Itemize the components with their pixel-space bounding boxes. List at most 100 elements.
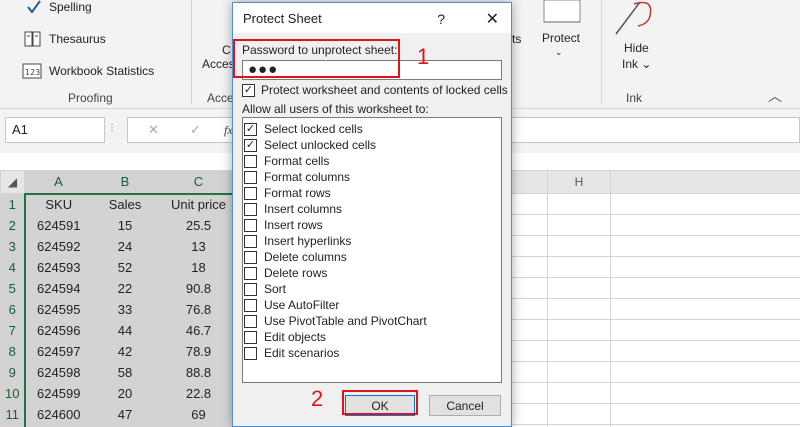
cell-c[interactable]: 69 (157, 403, 240, 425)
cell-c[interactable]: 22.8 (157, 382, 240, 404)
row-header[interactable]: 2 (0, 214, 26, 236)
name-box[interactable]: A1 (5, 117, 105, 143)
row-header[interactable]: 5 (0, 277, 26, 299)
permission-option[interactable]: ✓ Select locked cells (243, 121, 501, 137)
row-header[interactable]: 1 (0, 193, 26, 215)
workbook-statistics-button[interactable]: 123 Workbook Statistics (22, 63, 154, 79)
cell-a[interactable]: SKU (24, 193, 93, 215)
permission-option[interactable]: Format columns (243, 169, 501, 185)
cell-a[interactable]: 624598 (24, 361, 93, 383)
permission-option[interactable]: Format rows (243, 185, 501, 201)
cell-i[interactable] (610, 298, 800, 320)
cell-i[interactable] (610, 403, 800, 425)
row-header[interactable]: 9 (0, 361, 26, 383)
cell-h[interactable] (547, 382, 611, 404)
row-header[interactable]: 7 (0, 319, 26, 341)
cancel-button[interactable]: Cancel (429, 395, 501, 416)
cell-h[interactable] (547, 403, 611, 425)
column-header-h[interactable]: H (547, 170, 611, 194)
cell-c[interactable]: 18 (157, 256, 240, 278)
row-header[interactable]: 6 (0, 298, 26, 320)
row-header[interactable]: 8 (0, 340, 26, 362)
enter-icon[interactable]: ✓ (190, 122, 201, 138)
cell-h[interactable] (547, 256, 611, 278)
permission-checkbox[interactable] (244, 154, 257, 168)
cell-a[interactable]: 624594 (24, 277, 93, 299)
cell-i[interactable] (610, 235, 800, 257)
cell-c[interactable]: 46.7 (157, 319, 240, 341)
permission-checkbox[interactable] (244, 330, 257, 344)
row-header[interactable]: 4 (0, 256, 26, 278)
permission-checkbox[interactable] (244, 346, 257, 360)
permission-option[interactable]: Insert columns (243, 201, 501, 217)
permission-option[interactable]: Sort (243, 281, 501, 297)
permission-checkbox[interactable] (244, 298, 257, 312)
permission-checkbox[interactable] (244, 202, 257, 216)
cell-h[interactable] (547, 214, 611, 236)
cell-a[interactable]: 624593 (24, 256, 93, 278)
permissions-list[interactable]: ✓ Select locked cells ✓ Select unlocked cel… (242, 117, 502, 383)
cell-a[interactable]: 624600 (24, 403, 93, 425)
close-icon[interactable]: ✕ (486, 9, 499, 29)
cell-a[interactable]: 624591 (24, 214, 93, 236)
permission-option[interactable]: Edit scenarios (243, 345, 501, 361)
cell-b[interactable]: 33 (92, 298, 158, 320)
protect-button[interactable]: Protect (542, 31, 580, 45)
row-header[interactable]: 11 (0, 403, 26, 425)
collapse-ribbon-icon[interactable]: ︿ (768, 86, 782, 106)
permission-option[interactable]: Insert hyperlinks (243, 233, 501, 249)
thesaurus-button[interactable]: Thesaurus (24, 31, 106, 47)
cell-c[interactable]: 76.8 (157, 298, 240, 320)
permission-checkbox[interactable] (244, 282, 257, 296)
cell-c[interactable]: 88.8 (157, 361, 240, 383)
permission-option[interactable]: Use AutoFilter (243, 297, 501, 313)
spelling-button[interactable]: Spelling (26, 0, 92, 14)
permission-checkbox[interactable] (244, 170, 257, 184)
protect-worksheet-checkbox-row[interactable]: ✓ Protect worksheet and contents of lock… (242, 83, 508, 97)
permission-checkbox[interactable] (244, 250, 257, 264)
permission-checkbox[interactable] (244, 186, 257, 200)
cell-a[interactable]: 624592 (24, 235, 93, 257)
permission-checkbox[interactable] (244, 314, 257, 328)
cell-c[interactable]: 25.5 (157, 214, 240, 236)
cell-h[interactable] (547, 361, 611, 383)
select-all-corner[interactable]: ◢ (0, 170, 25, 194)
protect-worksheet-checkbox[interactable]: ✓ (242, 83, 255, 97)
cell-a[interactable]: 624596 (24, 319, 93, 341)
cell-b[interactable]: 58 (92, 361, 158, 383)
cell-i[interactable] (610, 382, 800, 404)
column-header-b[interactable]: B (92, 170, 158, 195)
cell-i[interactable] (610, 361, 800, 383)
permission-option[interactable]: Use PivotTable and PivotChart (243, 313, 501, 329)
cell-c[interactable]: 78.9 (157, 340, 240, 362)
cell-b[interactable]: 44 (92, 319, 158, 341)
row-header[interactable]: 10 (0, 382, 26, 404)
column-header-a[interactable]: A (24, 170, 93, 195)
cell-h[interactable] (547, 193, 611, 215)
hide-ink-button[interactable]: Hide (624, 41, 649, 55)
permission-checkbox[interactable] (244, 266, 257, 280)
permission-option[interactable]: Delete columns (243, 249, 501, 265)
cell-a[interactable]: 624599 (24, 382, 93, 404)
permission-checkbox[interactable] (244, 234, 257, 248)
cell-b[interactable]: 42 (92, 340, 158, 362)
column-header-i[interactable] (610, 170, 800, 194)
permission-option[interactable]: Delete rows (243, 265, 501, 281)
cell-h[interactable] (547, 319, 611, 341)
cell-h[interactable] (547, 277, 611, 299)
cell-i[interactable] (610, 319, 800, 341)
cell-c[interactable]: Unit price (157, 193, 240, 215)
permission-checkbox[interactable] (244, 218, 257, 232)
cell-b[interactable]: 22 (92, 277, 158, 299)
row-header[interactable]: 3 (0, 235, 26, 257)
permission-checkbox[interactable]: ✓ (244, 138, 257, 152)
cell-h[interactable] (547, 235, 611, 257)
cell-i[interactable] (610, 340, 800, 362)
permission-option[interactable]: Insert rows (243, 217, 501, 233)
cell-h[interactable] (547, 298, 611, 320)
permission-option[interactable]: Edit objects (243, 329, 501, 345)
cell-i[interactable] (610, 193, 800, 215)
permission-checkbox[interactable]: ✓ (244, 122, 257, 136)
column-header-c[interactable]: C (157, 170, 240, 195)
permission-option[interactable]: ✓ Select unlocked cells (243, 137, 501, 153)
